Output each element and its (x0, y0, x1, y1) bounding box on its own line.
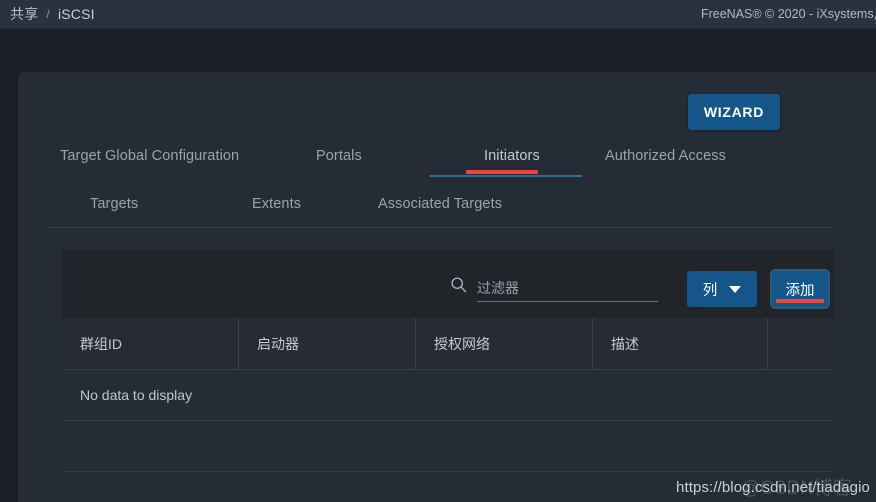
column-header-initiator[interactable]: 启动器 (238, 318, 415, 369)
blog-url-watermark: https://blog.csdn.net/tiadagio (676, 479, 870, 496)
table-empty-row: No data to display (62, 370, 834, 421)
table-footer-row (62, 421, 834, 472)
annotation-underline-add (776, 299, 824, 303)
card-divider (48, 227, 834, 228)
column-header-group-id[interactable]: 群组ID (62, 318, 238, 369)
app-root: 共享 / iSCSI FreeNAS® © 2020 - iXsystems, … (0, 0, 876, 502)
top-bar: 共享 / iSCSI FreeNAS® © 2020 - iXsystems, … (0, 0, 876, 29)
wizard-button[interactable]: WIZARD (687, 94, 780, 130)
column-header-auth-network[interactable]: 授权网络 (415, 318, 592, 369)
tab-associated-targets[interactable]: Associated Targets (378, 182, 502, 226)
breadcrumb-root[interactable]: 共享 (10, 4, 38, 24)
columns-button-label: 列 (702, 282, 718, 299)
tab-row-primary: Target Global Configuration Portals Init… (18, 134, 834, 180)
wizard-row: WIZARD (18, 72, 836, 138)
tab-portals[interactable]: Portals (316, 134, 362, 178)
column-header-actions (767, 318, 834, 369)
tab-extents[interactable]: Extents (252, 182, 301, 226)
table-header-row: 群组ID 启动器 授权网络 描述 (62, 318, 834, 370)
tab-bar: Target Global Configuration Portals Init… (18, 134, 834, 224)
search-input[interactable] (477, 280, 658, 302)
tab-target-global-configuration[interactable]: Target Global Configuration (60, 134, 239, 178)
table-toolbar: 列 添加 (62, 250, 834, 318)
active-tab-indicator (430, 175, 582, 177)
search-icon[interactable] (450, 272, 467, 296)
tab-row-secondary: Targets Extents Associated Targets (18, 182, 834, 226)
tab-targets[interactable]: Targets (90, 182, 138, 226)
iscsi-card: WIZARD Target Global Configuration Porta… (18, 72, 876, 502)
breadcrumb-separator: / (46, 7, 50, 21)
columns-button[interactable]: 列 (687, 271, 757, 307)
copyright-text: FreeNAS® © 2020 - iXsystems, I (700, 7, 876, 21)
column-header-description[interactable]: 描述 (592, 318, 767, 369)
chevron-down-icon (729, 285, 742, 293)
initiators-panel: 列 添加 群组ID 启动器 授权网络 描述 No data to display (62, 250, 834, 472)
breadcrumb-current: iSCSI (57, 6, 95, 22)
search-box (450, 264, 658, 302)
breadcrumb: 共享 / iSCSI (0, 4, 95, 24)
tab-authorized-access[interactable]: Authorized Access (605, 134, 726, 178)
annotation-underline-initiators (466, 170, 538, 174)
